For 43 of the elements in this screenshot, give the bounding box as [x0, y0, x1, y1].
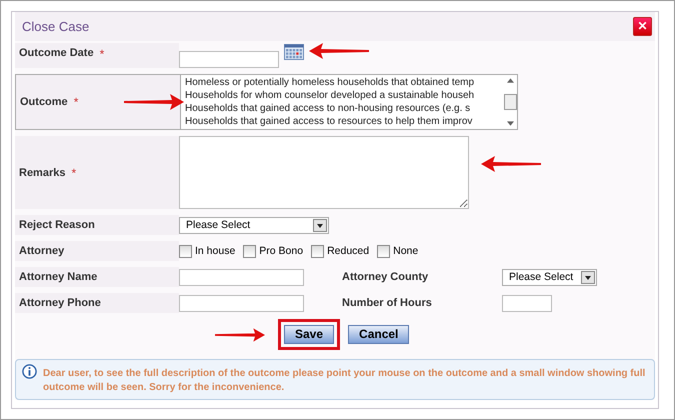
- checkbox-option[interactable]: None: [377, 244, 418, 258]
- field-label: Reject Reason: [19, 219, 95, 231]
- dropdown-caret-icon[interactable]: [313, 218, 327, 232]
- list-option[interactable]: Households that gained access to non-housing resources (e.g. s: [185, 102, 499, 115]
- remarks-field[interactable]: [179, 136, 469, 209]
- calendar-icon[interactable]: [284, 44, 304, 60]
- list-option[interactable]: Homeless or potentially homeless households that obtained temp: [185, 76, 499, 89]
- info-icon: [22, 364, 37, 379]
- date-field[interactable]: [179, 51, 279, 68]
- field-label: Attorney: [19, 245, 64, 257]
- dialog-button[interactable]: Save: [284, 324, 334, 344]
- dialog-button[interactable]: Cancel: [348, 324, 410, 344]
- info-message: Dear user, to see the full description of the outcome please point your mouse on the outcome and a small window showing full outcome will be seen. Sorry for the inconvenience.: [43, 367, 646, 395]
- county-select[interactable]: Please Select: [502, 268, 597, 286]
- scroll-down-icon[interactable]: [506, 121, 514, 126]
- field-label: Attorney Name: [19, 271, 98, 283]
- list-option[interactable]: Households for whom counselor developed a sustainable househ: [185, 89, 499, 102]
- arrow-annotation-icon: [124, 94, 184, 110]
- close-button[interactable]: ✕: [633, 17, 652, 36]
- text-field[interactable]: [179, 268, 304, 286]
- field-label: Remarks: [19, 166, 66, 178]
- dialog-title: Close Case: [22, 19, 90, 34]
- field-label: Number of Hours: [341, 297, 433, 309]
- dropdown-caret-icon[interactable]: [581, 270, 595, 284]
- required-asterisk: *: [100, 47, 104, 61]
- required-asterisk: *: [74, 95, 78, 109]
- required-asterisk: *: [71, 166, 76, 180]
- outcome-listbox[interactable]: [180, 74, 518, 130]
- arrow-annotation-icon: [481, 156, 541, 172]
- text-field[interactable]: [179, 294, 304, 312]
- arrow-annotation-icon: [309, 43, 369, 59]
- field-label: Attorney County: [341, 271, 430, 283]
- checkbox-option[interactable]: Reduced: [311, 244, 370, 258]
- checkbox-option[interactable]: In house: [179, 244, 236, 258]
- list-option[interactable]: Households that gained access to resources to help them improv: [185, 115, 499, 128]
- reject-reason-select[interactable]: Please Select: [179, 216, 329, 234]
- field-label: Attorney Phone: [19, 297, 101, 309]
- field-label: Outcome Date: [19, 47, 94, 59]
- field-label: Outcome: [20, 96, 68, 108]
- hours-field[interactable]: [502, 294, 552, 312]
- arrow-annotation-icon: [215, 327, 265, 343]
- checkbox-option[interactable]: Pro Bono: [243, 244, 304, 258]
- scroll-up-icon[interactable]: [506, 78, 514, 83]
